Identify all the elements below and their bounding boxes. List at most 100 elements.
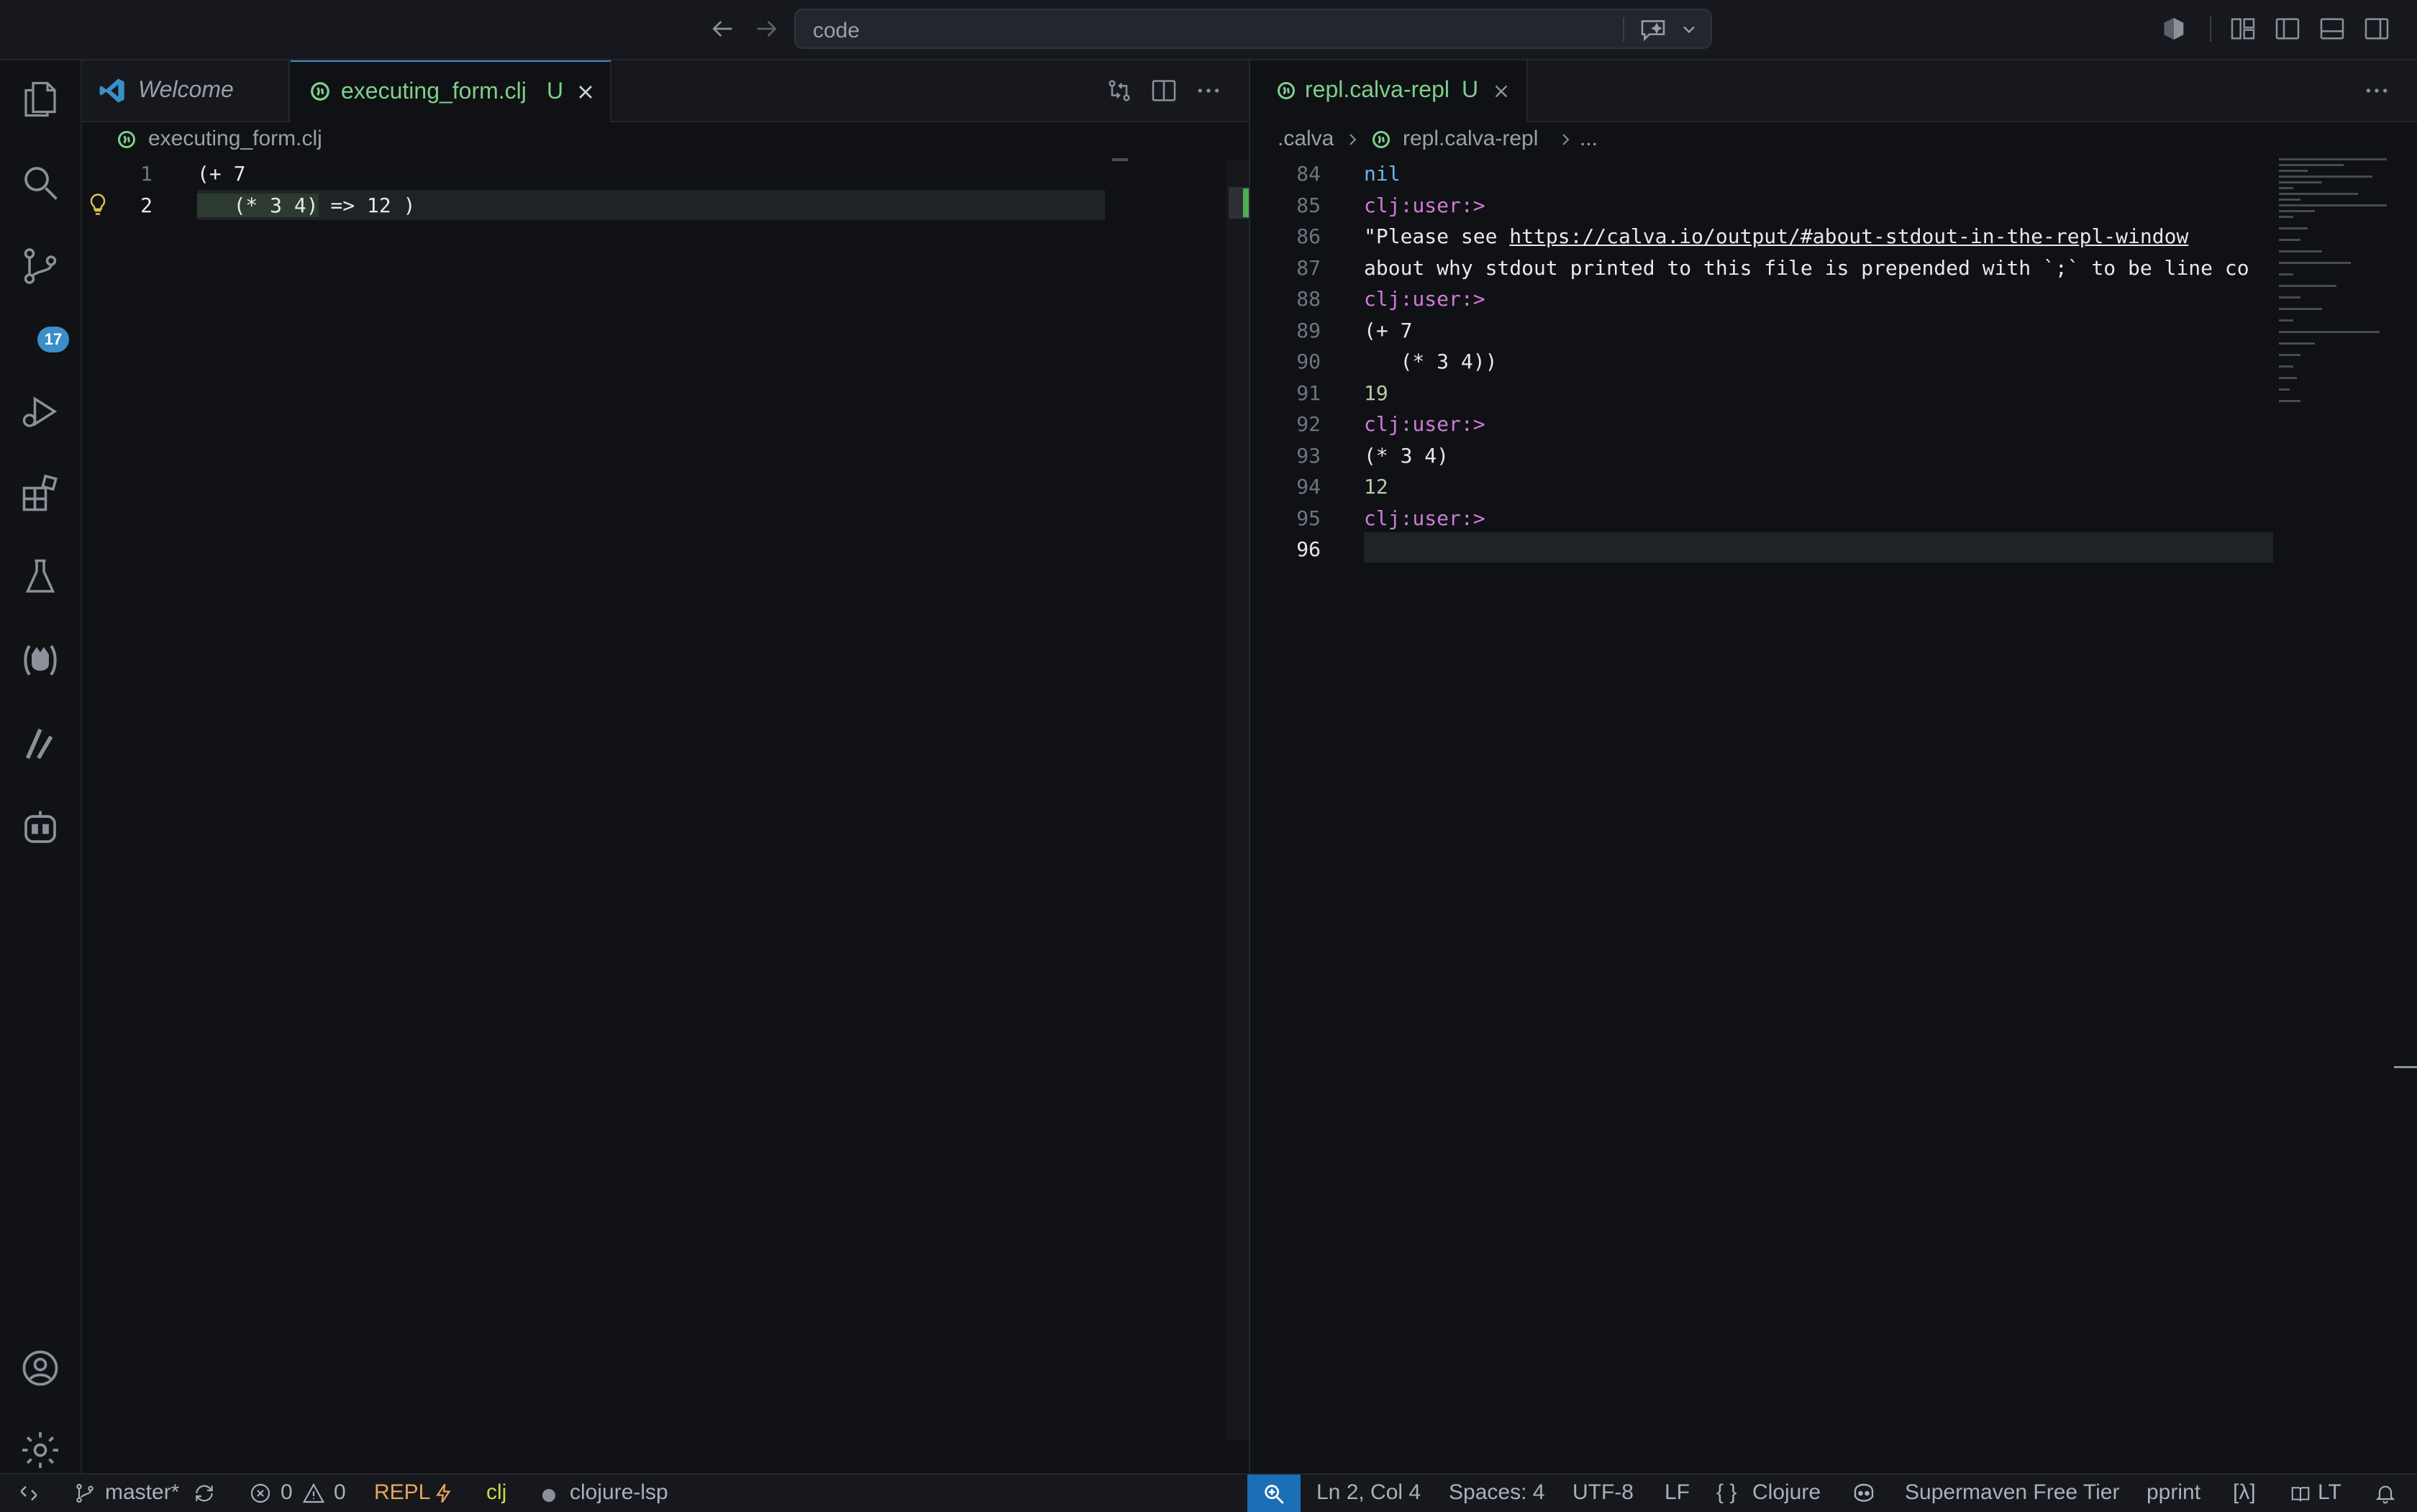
accounts-icon[interactable] [19,1347,62,1390]
lambda-indicator[interactable]: [λ] [2233,1480,2256,1505]
toggle-panel-icon[interactable] [2318,14,2347,43]
more-actions-icon[interactable] [2362,76,2391,105]
namespace-type[interactable]: clj [486,1480,506,1505]
breadcrumb-right: .calva repl.calva-repl ... [1278,122,1709,157]
calva-icon[interactable] [19,639,62,682]
close-icon[interactable] [1490,81,1512,102]
code-line: 12 [1364,475,1388,498]
overview-ruler-marker [2394,1066,2417,1068]
encoding[interactable]: UTF-8 [1572,1480,1634,1505]
chevron-right-icon [1344,131,1361,148]
forward-arrow-icon[interactable] [752,14,781,43]
chevron-down-icon[interactable] [1679,19,1699,40]
tab-modified-status: U [547,78,564,104]
source-control-badge: 17 [37,327,69,352]
search-icon[interactable] [19,161,62,204]
customize-layout-icon[interactable] [2229,14,2257,43]
source-control-icon[interactable] [19,245,62,288]
command-center-text: code [813,19,860,42]
clojure-file-icon [1276,81,1296,101]
lightning-icon[interactable] [433,1482,455,1505]
left-code-area[interactable]: (+ 7 (* 3 4) => 12 ) [197,158,1111,221]
copilot-shield-icon[interactable] [2159,14,2188,43]
more-actions-icon[interactable] [1194,76,1223,105]
titlebar-divider [2210,16,2211,42]
chat-icon[interactable] [1639,17,1667,42]
pprint-toggle[interactable]: pprint [2147,1480,2200,1505]
warning-icon[interactable] [302,1482,325,1505]
error-count[interactable]: 0 [281,1480,293,1505]
tab-modified-status: U [1462,76,1479,102]
copilot-icon[interactable] [1850,1480,1877,1506]
line-number: 91 [1296,381,1321,405]
lightbulb-icon[interactable] [85,191,111,217]
tab-executing-form[interactable]: executing_form.clj U [291,60,611,122]
split-editor-icon[interactable] [1150,76,1178,105]
minimap-slider[interactable] [1112,158,1128,161]
git-branch[interactable]: master* [105,1480,179,1505]
line-number: 90 [1296,350,1321,373]
settings-gear-icon[interactable] [19,1429,62,1472]
breadcrumb-file[interactable]: repl.calva-repl [1403,127,1538,151]
repl-prompt: clj:user:> [1364,412,1485,436]
error-icon[interactable] [249,1482,272,1505]
command-center-search[interactable]: code [794,9,1712,49]
extensions-icon[interactable] [19,472,62,515]
tab-repl-calva[interactable]: repl.calva-repl U [1250,60,1528,122]
lt-indicator[interactable]: LT [2318,1480,2341,1505]
explorer-icon[interactable] [19,78,62,121]
clojure-file-icon [1371,129,1391,150]
supermaven-status[interactable]: Supermaven Free Tier [1905,1480,2119,1505]
line-number: 87 [1296,255,1321,280]
toggle-primary-sidebar-icon[interactable] [2273,14,2302,43]
language-mode[interactable]: Clojure [1752,1480,1821,1505]
clojure-file-icon [117,129,137,150]
tab-welcome[interactable]: Welcome [82,60,289,121]
minimap[interactable] [2279,158,2394,432]
code-line: nil [1364,162,1401,186]
editor-group-divider[interactable] [1249,60,1250,1473]
chevron-right-icon [1557,131,1574,148]
repl-prompt: clj:user:> [1364,287,1485,311]
zoom-indicator[interactable] [1247,1475,1301,1512]
clojure-lsp-status[interactable]: clojure-lsp [570,1480,668,1505]
cursor-position[interactable]: Ln 2, Col 4 [1316,1480,1421,1505]
notifications-bell-icon[interactable] [2374,1482,2397,1505]
code-line: (* 3 4)) [1364,350,1498,373]
warning-count[interactable]: 0 [334,1480,346,1505]
testing-flask-icon[interactable] [19,555,62,598]
toggle-secondary-sidebar-icon[interactable] [2362,14,2391,43]
breadcrumb-file[interactable]: executing_form.clj [148,127,322,151]
indentation[interactable]: Spaces: 4 [1449,1480,1544,1505]
sync-icon[interactable] [193,1482,216,1505]
open-changes-icon[interactable] [1105,76,1134,105]
left-scrollbar[interactable] [1226,160,1249,1440]
current-line-highlight [1364,532,2273,563]
breadcrumb-folder[interactable]: .calva [1278,127,1334,151]
zoom-in-icon [1262,1482,1286,1506]
title-bar: code [0,0,2417,60]
code-line: (+ 7 [1364,318,1413,342]
tab-repl-label: repl.calva-repl [1305,76,1449,102]
remote-icon[interactable] [17,1482,40,1505]
end-of-line[interactable]: LF [1665,1480,1690,1505]
line-number: 85 [1296,193,1321,217]
kilo-code-icon[interactable] [19,722,62,765]
left-tab-strip: Welcome executing_form.clj U [82,60,1249,122]
status-bar: master* 0 0 REPL clj clojure-lsp Ln 2, C… [0,1473,2417,1512]
breadcrumb-more[interactable]: ... [1580,127,1598,151]
repl-code-area[interactable]: nil clj:user:> "Please see https://calva… [1364,158,2273,534]
repl-status[interactable]: REPL [374,1480,430,1505]
vscode-logo-icon [98,76,127,105]
line-number: 2 [140,193,153,217]
lsp-status-dot [542,1489,555,1502]
copilot-bot-icon[interactable] [19,806,62,849]
git-added-marker [1243,188,1249,217]
evaluated-form: (* 3 4) [197,193,319,217]
repl-prompt: clj:user:> [1364,506,1485,530]
back-arrow-icon[interactable] [708,14,737,43]
tab-welcome-label: Welcome [138,76,234,102]
run-debug-icon[interactable] [19,390,62,433]
close-icon[interactable] [574,81,597,104]
calva-output-link[interactable]: https://calva.io/output/#about-stdout-in… [1509,224,2188,248]
